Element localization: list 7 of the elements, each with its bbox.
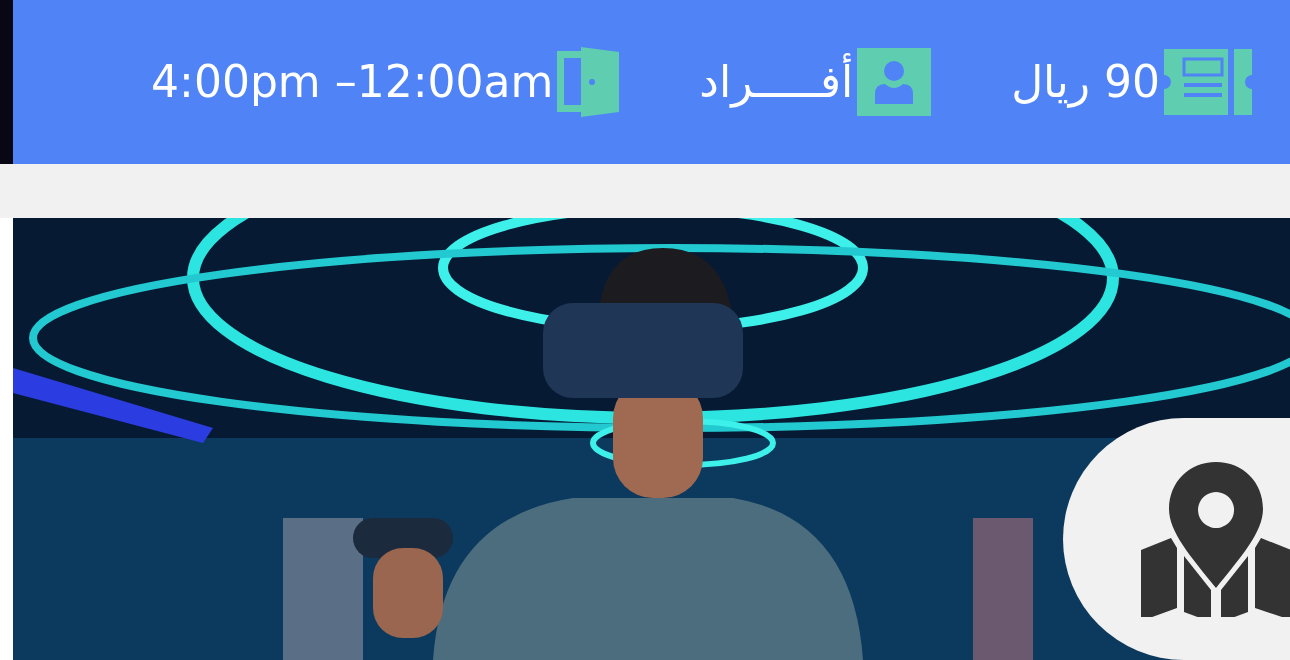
audience-text: أفـــــراد <box>699 49 854 115</box>
opening-hours-text: 4:00pm –12:00am <box>151 55 554 109</box>
ticket-icon <box>1164 49 1252 115</box>
map-location-icon <box>1141 461 1290 617</box>
price-text: 90 ريال <box>1011 55 1160 110</box>
door-icon <box>557 47 620 117</box>
person-icon <box>857 48 932 116</box>
